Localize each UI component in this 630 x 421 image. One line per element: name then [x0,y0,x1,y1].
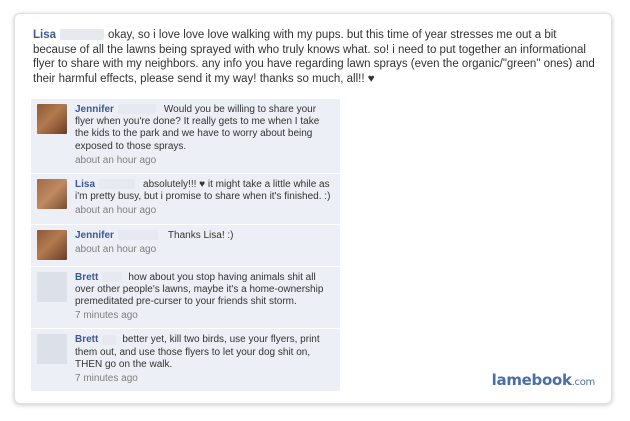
comment-timestamp[interactable]: 7 minutes ago [75,310,334,322]
comment-author-link[interactable]: Jennifer [75,104,114,115]
comment-timestamp[interactable]: about an hour ago [75,155,334,167]
comment-author-link[interactable]: Brett [75,334,98,345]
brand-name: lamebook [491,371,572,389]
avatar[interactable] [37,271,67,302]
post-author-link[interactable]: Lisa [33,29,56,41]
avatar[interactable] [37,104,67,134]
avatar[interactable] [37,229,67,260]
comment-text: Thanks Lisa! :) [167,229,234,241]
redacted-surname [99,179,136,190]
comment-author-link[interactable]: Brett [75,272,98,283]
redacted-surname [60,29,105,41]
comment-timestamp[interactable]: 7 minutes ago [75,373,334,385]
post-text: okay, so i love love love walking with m… [33,29,595,85]
comment-timestamp[interactable]: about an hour ago [75,244,334,256]
brand-tld: .com [571,377,596,388]
comment-item: Jennifer Thanks Lisa! :) about an hour ag… [31,224,340,267]
redacted-surname [102,334,117,345]
comment-author-link[interactable]: Lisa [75,179,95,190]
comment-item: Brett how about you stop having animals s… [31,266,340,330]
comment-item: Lisa absolutely!!! ♥ it might take a litt… [31,174,340,225]
avatar[interactable] [37,179,67,210]
redacted-surname [117,104,156,115]
lamebook-logo: lamebook.com [491,371,596,389]
comment-author-link[interactable]: Jennifer [75,230,114,241]
redacted-surname [117,229,158,240]
status-update: Lisa okay, so i love love love walking wi… [33,28,603,86]
redacted-surname [102,271,123,282]
avatar[interactable] [37,334,67,365]
comment-item: Brett better yet, kill two birds, use you… [31,329,340,393]
comment-list: Jennifer Would you be willing to share yo… [31,99,340,393]
comment-timestamp[interactable]: about an hour ago [75,205,334,217]
comment-item: Jennifer Would you be willing to share yo… [31,99,340,175]
post-card: Lisa okay, so i love love love walking wi… [14,13,612,404]
